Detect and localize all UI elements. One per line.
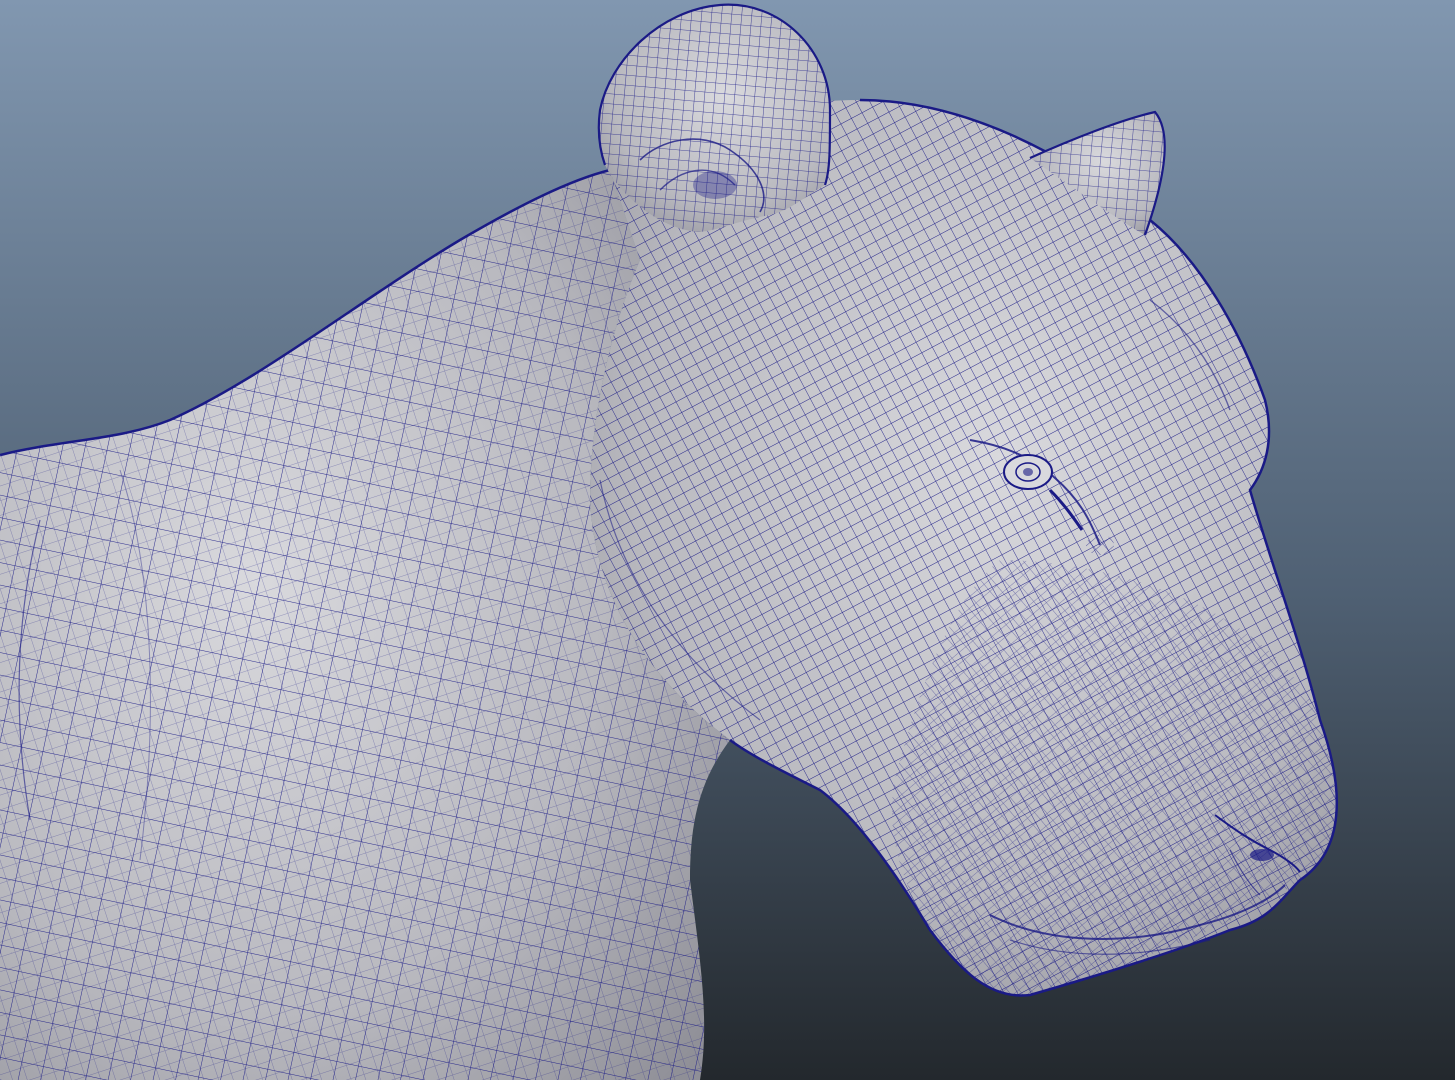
3d-viewport[interactable] — [0, 0, 1455, 1080]
viewport-canvas — [0, 0, 1455, 1080]
